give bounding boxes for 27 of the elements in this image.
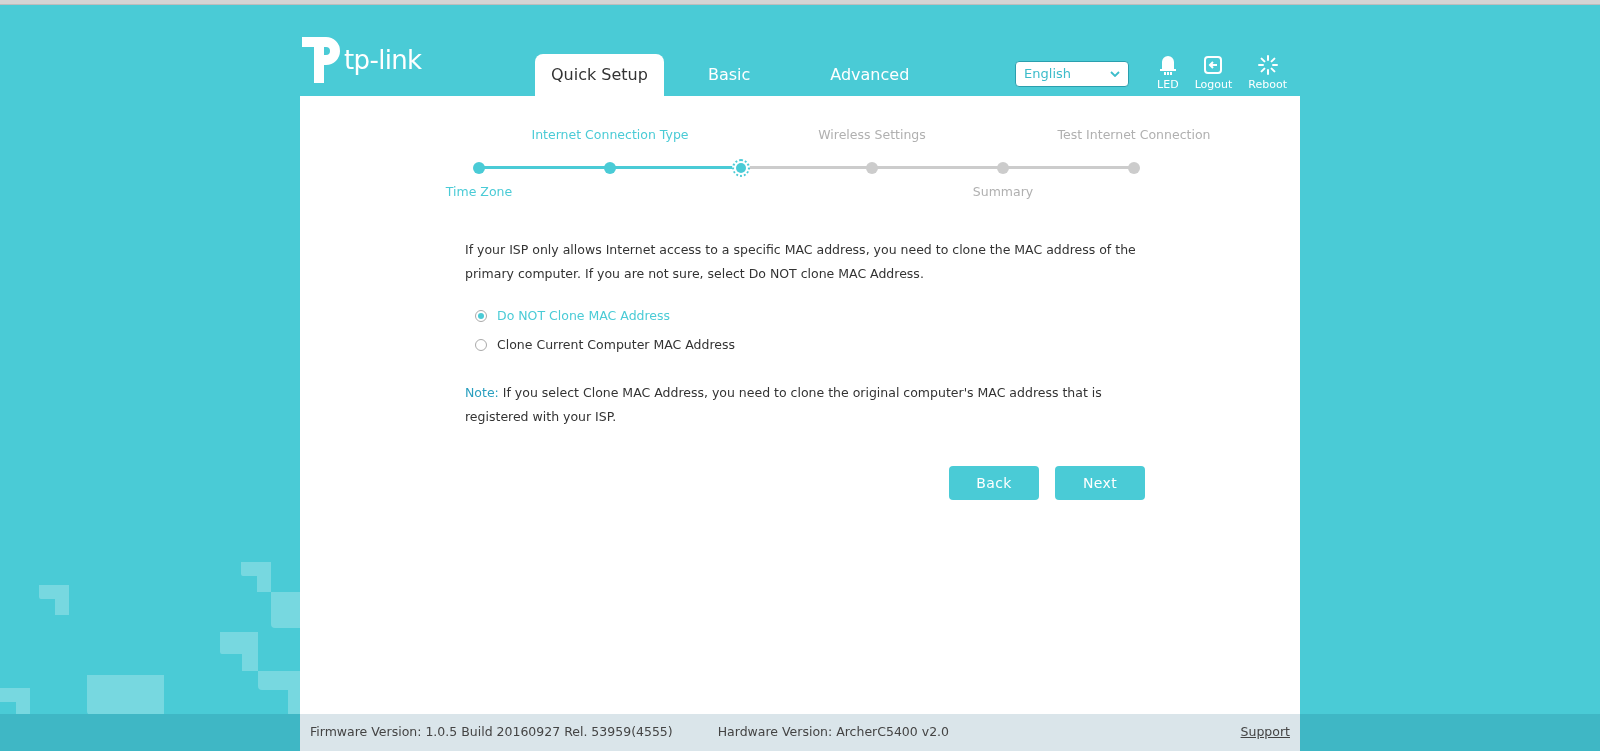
reboot-button[interactable]: Reboot bbox=[1248, 55, 1287, 92]
back-button[interactable]: Back bbox=[949, 466, 1039, 500]
step-label: Test Internet Connection bbox=[1057, 126, 1211, 144]
step-label: Time Zone bbox=[445, 183, 513, 201]
step-label: Summary bbox=[972, 183, 1034, 201]
language-select[interactable]: English bbox=[1015, 60, 1130, 87]
logo-text: tp-link bbox=[344, 43, 422, 77]
step-label: Wireless Settings bbox=[818, 126, 926, 144]
led-button[interactable]: LED bbox=[1157, 55, 1179, 92]
nav-tab[interactable]: Quick Setup bbox=[535, 54, 664, 96]
step-label: Internet Connection Type bbox=[531, 126, 689, 144]
radio-label[interactable]: Do NOT Clone MAC Address bbox=[497, 304, 671, 328]
chevron-down-icon bbox=[1110, 70, 1121, 77]
support-link[interactable]: Support bbox=[1240, 723, 1290, 742]
nav-tab[interactable]: Advanced bbox=[794, 54, 946, 96]
hardware-version: Hardware Version: ArcherC5400 v2.0 bbox=[717, 723, 949, 742]
bell-icon bbox=[1158, 55, 1177, 75]
logout-button[interactable]: Logout bbox=[1194, 55, 1233, 92]
note-text: Note: If you select Clone MAC Address, you need to clone the original computer's MAC address that is registered with your ISP. bbox=[465, 384, 1103, 426]
logo-icon bbox=[300, 35, 340, 85]
reboot-icon bbox=[1257, 55, 1278, 75]
logout-icon bbox=[1203, 55, 1224, 75]
nav-tab[interactable]: Basic bbox=[671, 54, 787, 96]
intro-text: If your ISP only allows Internet access to a specific MAC address, you need to clone the MAC address of the primary computer. If you are not sure, select Do NOT clone MAC Address. bbox=[465, 241, 1137, 283]
radio-label[interactable]: Clone Current Computer MAC Address bbox=[497, 333, 736, 357]
next-button[interactable]: Next bbox=[1055, 466, 1145, 500]
firmware-version: Firmware Version: 1.0.5 Build 20160927 Rel. 53959(4555) bbox=[310, 723, 673, 742]
